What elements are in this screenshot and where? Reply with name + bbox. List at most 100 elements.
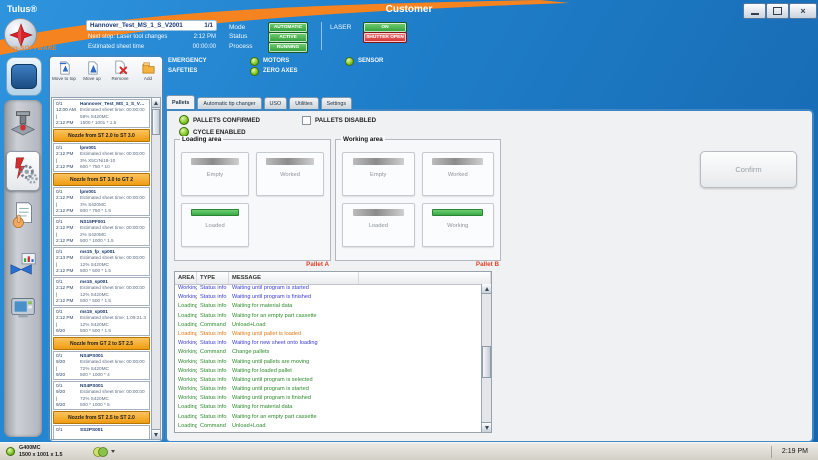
sidebar-item-3[interactable]	[7, 198, 39, 236]
cycle-icon	[92, 446, 110, 458]
add-button[interactable]: Add	[135, 60, 162, 81]
pallets-disabled-checkbox[interactable]	[302, 116, 311, 125]
message-text: Waiting until pallet is loaded	[229, 431, 482, 432]
toolbar-button-label: Remove	[107, 76, 134, 81]
pallet-cell-label: Worked	[257, 172, 323, 178]
message-type: Status info	[197, 339, 229, 348]
job-details: SS2PS001	[80, 427, 147, 440]
indicator-panel: EMERGENCYSAFETIESMOTORSZERO AXESSENSOR	[155, 56, 383, 76]
sidebar-item-2[interactable]	[6, 151, 40, 191]
message-row: WorkingStatus infoWaiting until program …	[175, 385, 482, 394]
sidebar-item-4[interactable]	[7, 245, 39, 283]
message-text: Waiting until program is started	[229, 284, 482, 293]
scrollbar-thumb[interactable]	[482, 346, 491, 378]
pallet-cell-label: Working	[423, 223, 494, 229]
message-area: Loading	[175, 431, 197, 432]
move-up-button[interactable]: Move up	[79, 60, 106, 81]
chevron-down-icon	[111, 450, 115, 453]
message-text: Waiting for new sheet onto loading	[229, 339, 482, 348]
message-row: LoadingStatus infoWaiting for material d…	[175, 403, 482, 412]
job-list-item[interactable]: 0/12:12 PM|2:12 PMlpm001Estimated sheet …	[53, 187, 150, 216]
job-details: NS15PF001Estimated sheet time: 00:00:002…	[80, 219, 147, 244]
working-area-title: Working area	[341, 136, 385, 143]
pallet-bar-gray	[191, 158, 239, 165]
job-list-item[interactable]: 0/19/20|9/20NS4PS001Estimated sheet time…	[53, 381, 150, 410]
job-list-scrollbar[interactable]	[151, 97, 161, 440]
message-row: LoadingCommandUnload+Load	[175, 321, 482, 330]
job-list-item[interactable]: 0/112:00 AM|2:12 PMHannover_Test_MS_1_S_…	[53, 99, 150, 128]
message-area: Loading	[175, 422, 197, 431]
nozzle-separator: Nozzle from ST 2.0 to ST 3.0	[53, 129, 150, 142]
machine-info: G400MC 1500 x 1001 x 1.5	[19, 445, 62, 458]
message-area: Working	[175, 385, 197, 394]
messages-scrollbar[interactable]	[481, 284, 491, 432]
job-list-item[interactable]: 0/19/20|9/20NS4PS001Estimated sheet time…	[53, 351, 150, 380]
tab-automatic-tip-changer[interactable]: Automatic tip changer	[197, 97, 261, 109]
job-size: 500 * 500 * 1.5	[80, 268, 147, 274]
pallet-bar-gray	[353, 209, 404, 216]
sidebar-item-0[interactable]	[6, 57, 42, 96]
sidebar-item-1[interactable]	[7, 105, 39, 143]
message-text: Change pallets	[229, 348, 482, 357]
cycle-icon-button[interactable]	[92, 446, 115, 458]
scroll-up-icon[interactable]	[482, 284, 491, 294]
minimize-button[interactable]	[743, 3, 766, 19]
header-area[interactable]: AREA	[175, 272, 197, 284]
scroll-down-icon[interactable]	[482, 422, 491, 432]
pallet-cell-loaded: Loaded	[181, 203, 249, 247]
pallet-cell-label: Empty	[343, 172, 414, 178]
message-type: Status info	[197, 413, 229, 422]
job-list-item[interactable]: 0/12:12 PM|2:12 PMms15_sp001Estimated sh…	[53, 277, 150, 306]
job-times: 0/112:00 AM|2:12 PM	[56, 101, 80, 126]
header-type[interactable]: TYPE	[197, 272, 229, 284]
toolbar-button-label: Add	[135, 76, 162, 81]
job-size: 600 * 750 * 10	[80, 164, 147, 170]
tab-settings[interactable]: Settings	[321, 97, 352, 109]
close-button[interactable]: ×	[789, 3, 817, 19]
indicator-emergency: EMERGENCY	[155, 56, 250, 66]
est-sheet-time: 00:00:00	[193, 44, 216, 50]
message-area: Working	[175, 376, 197, 385]
job-list-item[interactable]: 0/12:12 PM|9/20ms15_sp001Estimated sheet…	[53, 307, 150, 336]
job-details: ms15_fp_sp001Estimated sheet time: 00:00…	[80, 249, 147, 274]
move-to-top-button[interactable]: Move to top	[51, 60, 78, 81]
job-list-item[interactable]: 0/12:12 PM|2:12 PMlpm001Estimated sheet …	[53, 143, 150, 172]
scrollbar-thumb[interactable]	[152, 109, 160, 135]
confirm-button[interactable]: Confirm	[700, 151, 797, 188]
led-icon	[250, 67, 259, 76]
message-area: Working	[175, 348, 197, 357]
message-type: Status info	[197, 367, 229, 376]
message-area: Loading	[175, 302, 197, 311]
messages-rows: WorkingStatus infoWaiting until program …	[175, 284, 482, 432]
header-message[interactable]: MESSAGE	[229, 272, 359, 284]
indicator-zero-axes: ZERO AXES	[250, 66, 345, 76]
job-est: Estimated sheet time: 00:00:00	[80, 151, 147, 157]
tab-utilities[interactable]: Utilities	[289, 97, 318, 109]
message-type: Command	[197, 321, 229, 330]
scroll-down-icon[interactable]	[152, 429, 160, 439]
next-stop-time: 2:12 PM	[194, 34, 216, 40]
job-size: 500 * 1000 * 4	[80, 372, 147, 378]
job-name: SS2PS001	[80, 427, 147, 433]
nozzle-separator: Nozzle from ST 2.5 to ST 2.0	[53, 411, 150, 424]
message-type: Status info	[197, 385, 229, 394]
job-list-item[interactable]: 0/12:13 PM|2:12 PMms15_fp_sp001Estimated…	[53, 247, 150, 276]
job-list-item[interactable]: 0/12:12 PM|2:12 PMNS15PF001Estimated she…	[53, 217, 150, 246]
punch-press-icon	[8, 105, 38, 144]
message-text: Unload+Load	[229, 321, 482, 330]
remove-button[interactable]: Remove	[107, 60, 134, 81]
message-type: Status info	[197, 376, 229, 385]
message-type: Status info	[197, 431, 229, 432]
message-area: Working	[175, 284, 197, 293]
process-label: Process	[229, 43, 252, 50]
job-est: Estimated sheet time: 00:00:00	[80, 195, 147, 201]
job-details: NS4PS001Estimated sheet time: 00:00:0072…	[80, 383, 147, 408]
maximize-button[interactable]	[766, 3, 789, 19]
tab-pallets[interactable]: Pallets	[166, 95, 195, 109]
program-handling-icon	[8, 198, 38, 237]
sidebar-item-5[interactable]	[7, 290, 39, 328]
indicator-label: SENSOR	[358, 58, 383, 64]
scroll-up-icon[interactable]	[152, 98, 160, 108]
job-list-item[interactable]: 0/1SS2PS001	[53, 425, 150, 440]
tab-uso[interactable]: USO	[264, 97, 288, 109]
